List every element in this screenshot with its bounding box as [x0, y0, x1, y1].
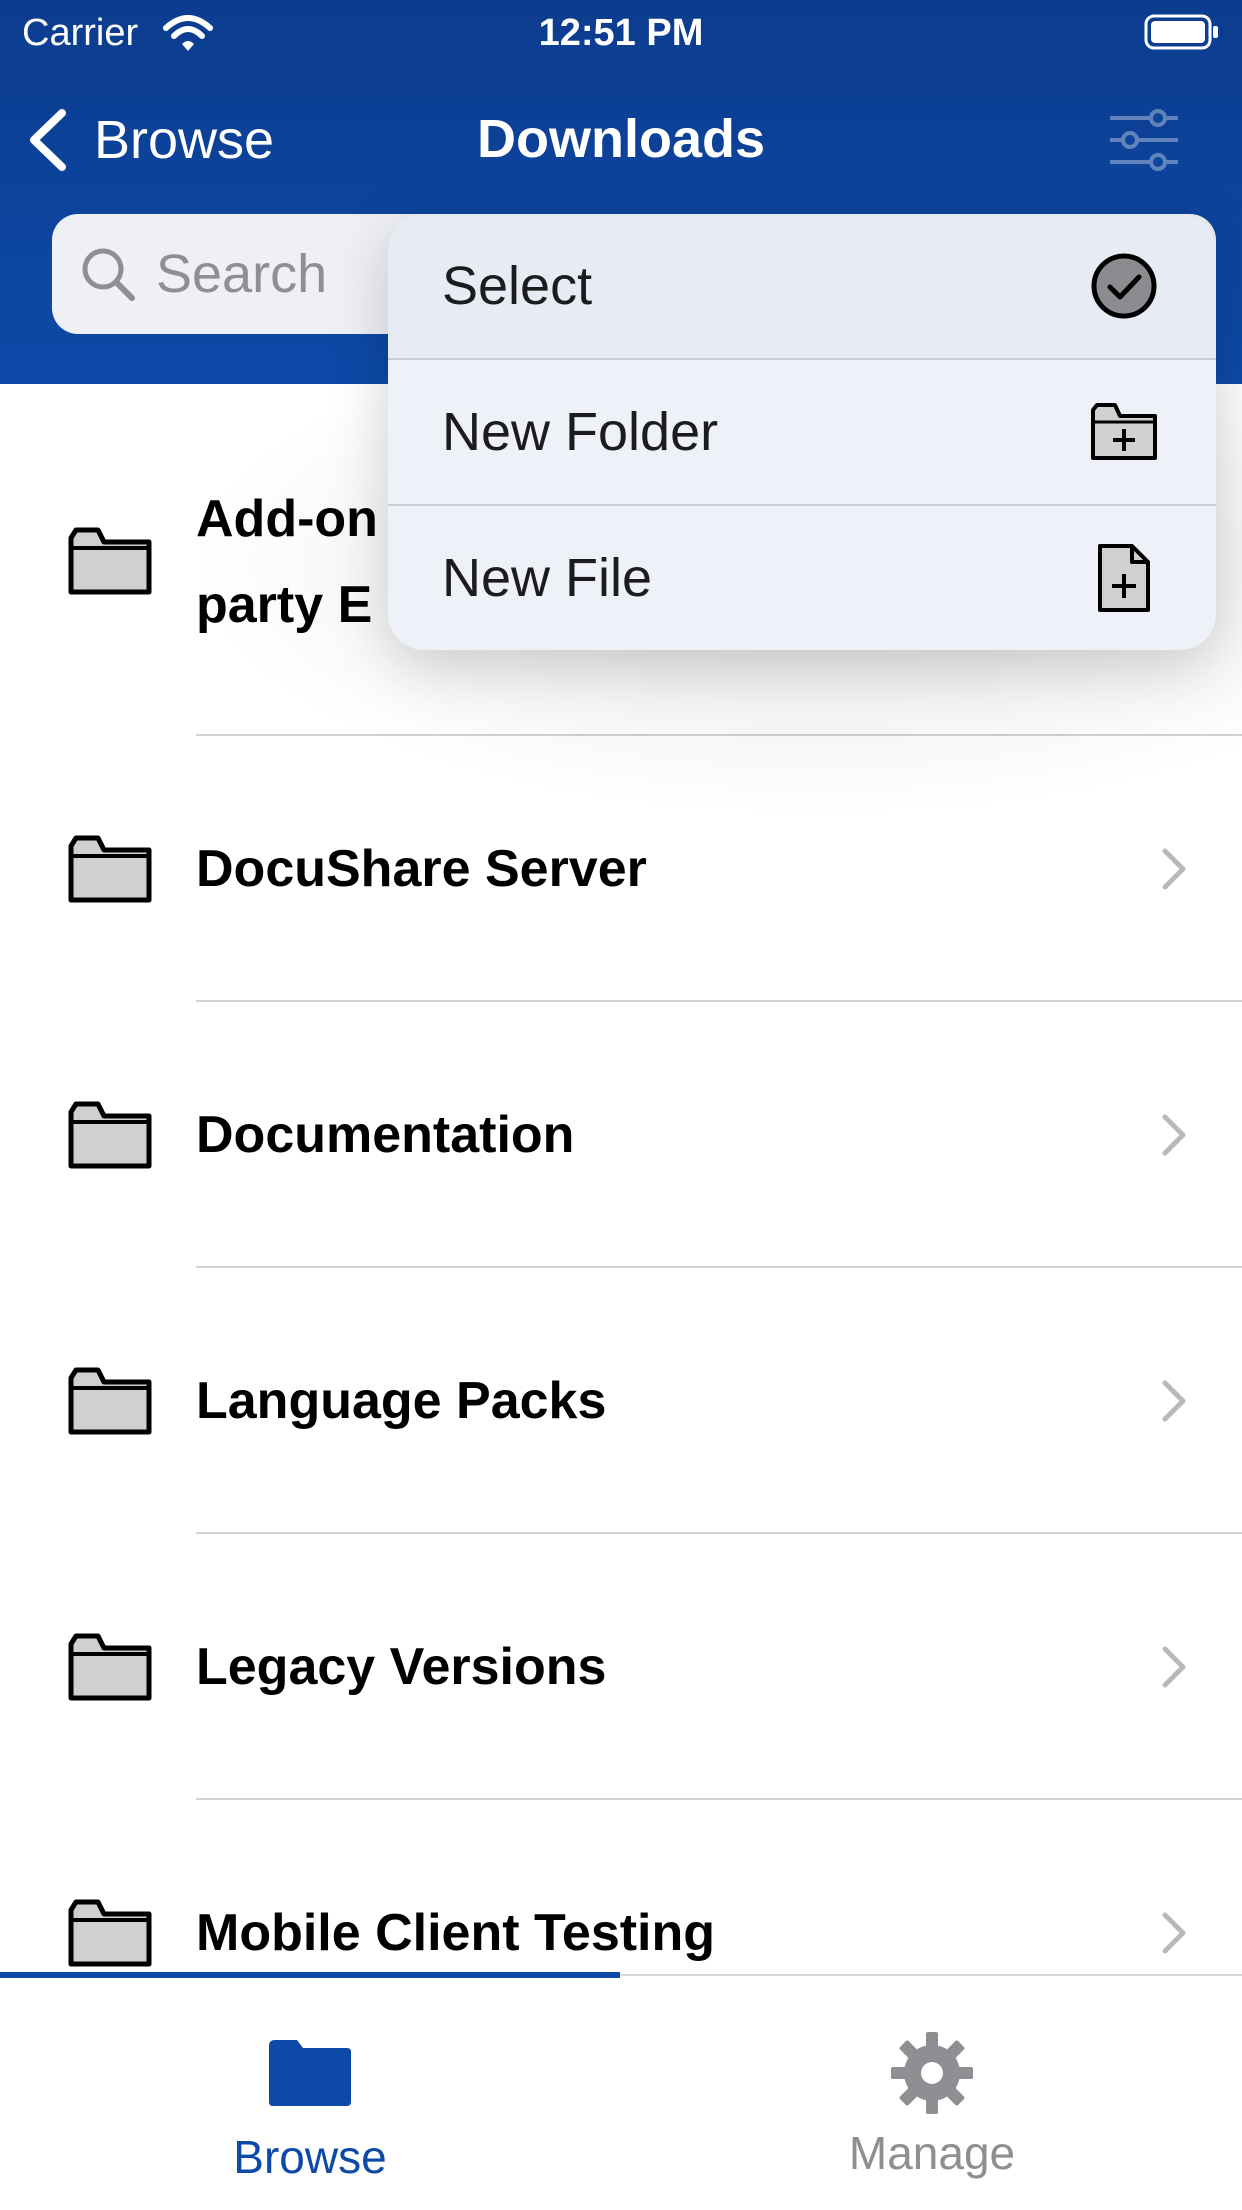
list-item-label: Documentation — [196, 1106, 575, 1164]
chevron-right-icon — [1162, 1646, 1186, 1688]
tab-manage[interactable]: Manage — [622, 1976, 1242, 2210]
chevron-right-icon — [1162, 1380, 1186, 1422]
page-title: Downloads — [476, 109, 765, 169]
search-placeholder: Search — [156, 244, 328, 304]
checkmark-circle-icon — [1091, 253, 1157, 319]
menu-item-label: New Folder — [442, 402, 719, 462]
folder-icon — [68, 1899, 152, 1967]
gear-icon — [891, 2032, 973, 2114]
list-item-label: Legacy Versions — [196, 1638, 607, 1696]
chevron-right-icon — [1162, 848, 1186, 890]
folder-icon — [68, 1633, 152, 1701]
menu-item-select[interactable]: Select — [388, 214, 1216, 358]
folder-icon — [68, 835, 152, 903]
list-item-label: DocuShare Server — [196, 840, 647, 898]
menu-item-label: New File — [442, 548, 653, 608]
list-item-label: Language Packs — [196, 1372, 607, 1430]
document-plus-icon — [1098, 544, 1150, 612]
folder-filled-icon — [269, 2040, 351, 2106]
tab-label: Manage — [848, 2127, 1016, 2179]
menu-item-new-file[interactable]: New File — [388, 506, 1216, 650]
status-time: 12:51 PM — [538, 12, 704, 54]
context-menu: Select New Folder New File — [388, 214, 1216, 650]
status-bar: Carrier 12:51 PM — [0, 0, 1242, 70]
list-item[interactable]: DocuShare Server — [0, 736, 1242, 1002]
menu-item-new-folder[interactable]: New Folder — [388, 360, 1216, 504]
tab-browse[interactable]: Browse — [0, 1976, 620, 2210]
folder-icon — [68, 1367, 152, 1435]
list-item[interactable]: Legacy Versions — [0, 1534, 1242, 1800]
tab-bar: Browse Manage — [0, 1972, 1242, 2210]
list-item[interactable]: Language Packs — [0, 1268, 1242, 1534]
list-item-label: Mobile Client Testing — [196, 1904, 716, 1962]
list-item[interactable]: Documentation — [0, 1002, 1242, 1268]
chevron-right-icon — [1162, 1114, 1186, 1156]
filter-sliders-icon[interactable] — [1106, 108, 1182, 172]
search-icon — [82, 248, 135, 301]
tab-label: Browse — [233, 2131, 387, 2183]
folder-icon — [68, 1101, 152, 1169]
folder-plus-icon — [1091, 403, 1157, 460]
chevron-right-icon — [1162, 1912, 1186, 1954]
menu-item-label: Select — [442, 256, 593, 316]
battery-icon — [1144, 14, 1218, 50]
